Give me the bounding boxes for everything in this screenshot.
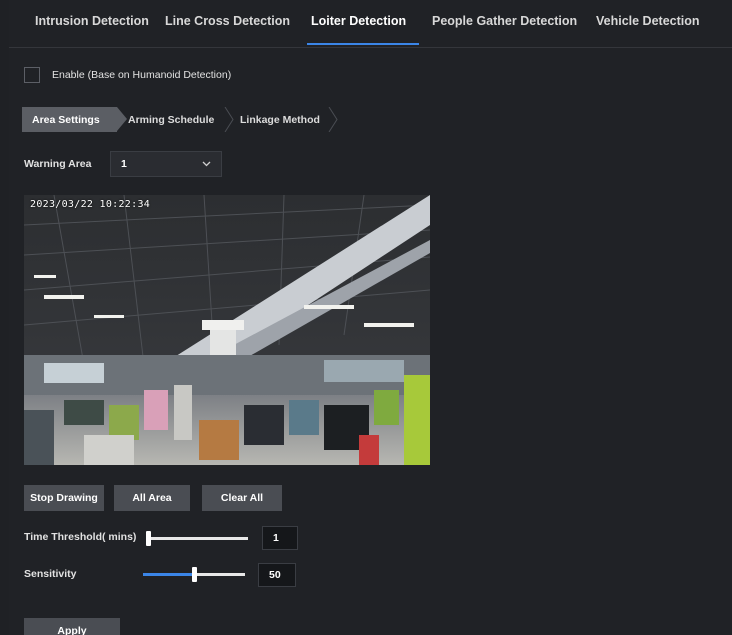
tab-line-cross-detection[interactable]: Line Cross Detection [165,14,290,28]
live-video-preview[interactable]: 2023/03/22 10:22:34 [24,195,430,465]
detection-tabs: Intrusion Detection Line Cross Detection… [9,0,732,48]
step-area-settings[interactable]: Area Settings [22,107,127,132]
tab-vehicle-detection[interactable]: Vehicle Detection [596,14,700,28]
step-linkage-method-label: Linkage Method [240,113,320,126]
step-separator-icon [224,107,234,132]
sensitivity-slider-fill [143,573,194,576]
page: Intrusion Detection Line Cross Detection… [0,0,732,635]
time-threshold-slider-handle[interactable] [146,531,151,546]
clear-all-button[interactable]: Clear All [202,485,282,511]
chevron-down-icon [202,161,211,167]
sensitivity-input[interactable]: 50 [258,563,296,587]
time-threshold-label: Time Threshold( mins) [24,531,137,543]
stop-drawing-button[interactable]: Stop Drawing [24,485,104,511]
enable-checkbox[interactable] [24,67,40,83]
tab-loiter-detection[interactable]: Loiter Detection [311,14,406,28]
sensitivity-slider-handle[interactable] [191,567,197,582]
active-tab-indicator [307,43,419,45]
sensitivity-slider[interactable] [143,567,245,582]
all-area-button[interactable]: All Area [114,485,190,511]
apply-button[interactable]: Apply [24,618,120,635]
enable-label: Enable (Base on Humanoid Detection) [52,69,232,81]
warning-area-value: 1 [121,158,127,170]
step-separator-icon [328,107,338,132]
warning-area-label: Warning Area [24,158,92,170]
tab-people-gather-detection[interactable]: People Gather Detection [432,14,577,28]
warning-area-select[interactable]: 1 [110,151,222,177]
camera-scene-image [24,195,430,465]
enable-row: Enable (Base on Humanoid Detection) [24,67,231,83]
time-threshold-input[interactable]: 1 [262,526,298,550]
step-arming-schedule-label: Arming Schedule [128,113,215,126]
sensitivity-label: Sensitivity [24,568,77,580]
tab-intrusion-detection[interactable]: Intrusion Detection [35,14,149,28]
step-arming-schedule[interactable]: Arming Schedule [126,107,230,132]
time-threshold-slider[interactable] [146,531,248,546]
osd-timestamp: 2023/03/22 10:22:34 [30,199,151,210]
step-area-settings-label: Area Settings [32,113,100,126]
